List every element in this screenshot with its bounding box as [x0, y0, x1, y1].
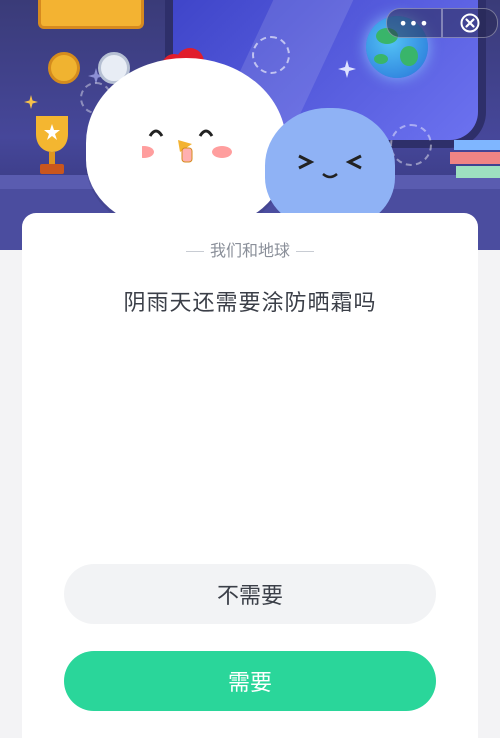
gold-medal-icon — [48, 52, 80, 84]
divider — [296, 251, 314, 252]
sparkle-icon — [338, 60, 356, 78]
trophy-icon — [36, 116, 68, 174]
books-icon — [450, 140, 500, 178]
quiz-card: 我们和地球 阴雨天还需要涂防晒霜吗 不需要 需要 — [22, 213, 478, 738]
quiz-category-label: 我们和地球 — [209, 241, 290, 260]
sparkle-icon — [24, 95, 38, 109]
award-plaque — [38, 0, 144, 29]
blue-mascot — [265, 108, 395, 228]
dotted-circle-decoration — [390, 124, 432, 166]
close-button[interactable] — [442, 8, 498, 38]
more-button[interactable]: ••• — [386, 8, 442, 38]
close-icon — [460, 13, 480, 33]
quiz-question: 阴雨天还需要涂防晒霜吗 — [123, 291, 377, 316]
option-no-label: 不需要 — [216, 584, 283, 609]
divider — [185, 251, 204, 252]
chicken-mascot — [86, 58, 286, 228]
dotted-circle-decoration — [252, 36, 290, 74]
more-icon: ••• — [398, 13, 430, 33]
option-yes-button[interactable]: 需要 — [64, 651, 436, 711]
option-yes-label: 需要 — [227, 671, 272, 696]
option-no-button[interactable]: 不需要 — [64, 564, 436, 624]
quiz-category: 我们和地球 — [22, 237, 478, 261]
